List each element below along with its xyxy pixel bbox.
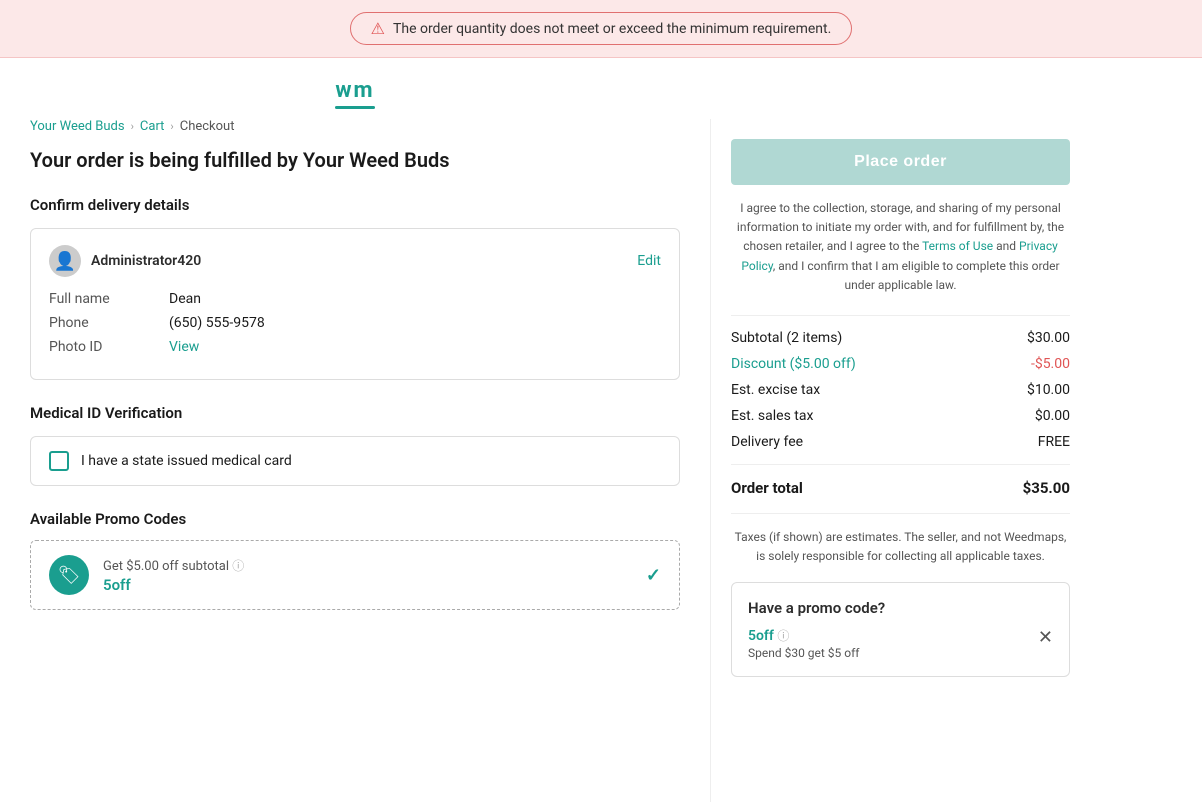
photoid-label: Photo ID [49,339,169,355]
breadcrumb-sep-2: › [170,120,173,133]
summary-divider-2 [731,464,1070,465]
subtotal-label: Subtotal (2 items) [731,330,842,346]
order-total-row: Order total $35.00 [731,479,1070,497]
alert-message: The order quantity does not meet or exce… [393,21,831,37]
promo-applied-check: ✓ [646,565,661,586]
promo-section-label: Available Promo Codes [30,510,680,528]
discount-value: -$5.00 [1031,356,1070,372]
warning-icon: ⚠ [371,19,385,38]
excise-tax-value: $10.00 [1027,382,1070,398]
order-title: Your order is being fulfilled by Your We… [30,148,680,172]
promo-desc: Get $5.00 off subtotal ⓘ [103,557,632,574]
delivery-fee-label: Delivery fee [731,434,803,450]
promo-code-sidebar: Have a promo code? 5off ⓘ Spend $30 get … [731,582,1070,677]
consent-text: I agree to the collection, storage, and … [731,199,1070,295]
promo-code-name: 5off [103,576,632,594]
promo-sidebar-info-icon[interactable]: ⓘ [777,629,789,643]
logo: wm [30,78,680,103]
sidebar: Place order I agree to the collection, s… [710,119,1090,802]
promo-sidebar-spend: Spend $30 get $5 off [748,646,859,660]
subtotal-value: $30.00 [1027,330,1070,346]
tax-note: Taxes (if shown) are estimates. The sell… [731,513,1070,566]
breadcrumb-checkout: Checkout [180,119,235,134]
promo-sidebar-details: 5off ⓘ Spend $30 get $5 off [748,627,859,660]
detail-row-photoid: Photo ID View [49,339,661,355]
breadcrumb-sep-1: › [131,120,134,133]
logo-area: wm [0,58,710,119]
promo-info-icon[interactable]: ⓘ [232,559,244,573]
place-order-button[interactable]: Place order [731,139,1070,185]
promo-sidebar-code: 5off [748,628,774,644]
promo-close-button[interactable]: ✕ [1038,627,1053,648]
medical-checkbox-label: I have a state issued medical card [81,453,292,469]
promo-info: Get $5.00 off subtotal ⓘ 5off [103,557,632,594]
breadcrumb-cart[interactable]: Cart [140,119,165,134]
discount-row: Discount ($5.00 off) -$5.00 [731,356,1070,372]
edit-delivery-link[interactable]: Edit [637,253,661,269]
alert-bar: ⚠ The order quantity does not meet or ex… [0,0,1202,58]
sales-tax-row: Est. sales tax $0.00 [731,408,1070,424]
alert-inner: ⚠ The order quantity does not meet or ex… [350,12,853,45]
detail-row-phone: Phone (650) 555-9578 [49,315,661,331]
excise-tax-row: Est. excise tax $10.00 [731,382,1070,398]
promo-sidebar-row: 5off ⓘ Spend $30 get $5 off ✕ [748,627,1053,660]
order-total-value: $35.00 [1023,479,1070,497]
summary-divider-1 [731,315,1070,316]
promo-sidebar-name-row: 5off ⓘ [748,627,859,644]
promo-description-text: Get $5.00 off subtotal [103,559,229,574]
medical-section-label: Medical ID Verification [30,404,680,422]
medical-checkbox[interactable] [49,451,69,471]
breadcrumb-your-weed-buds[interactable]: Your Weed Buds [30,119,125,134]
user-info-row: 👤 Administrator420 [49,245,201,277]
fullname-label: Full name [49,291,169,307]
discount-label: Discount ($5.00 off) [731,356,856,372]
photoid-view-link[interactable]: View [169,339,199,355]
delivery-fee-row: Delivery fee FREE [731,434,1070,450]
delivery-fee-value: FREE [1038,434,1070,450]
logo-underline [335,106,375,109]
detail-table: Full name Dean Phone (650) 555-9578 Phot… [49,291,661,355]
sales-tax-label: Est. sales tax [731,408,813,424]
promo-card: 🏷 Get $5.00 off subtotal ⓘ 5off ✓ [30,540,680,610]
order-total-label: Order total [731,479,803,497]
fullname-value: Dean [169,291,201,307]
delivery-card-header: 👤 Administrator420 Edit [49,245,661,277]
breadcrumb: Your Weed Buds › Cart › Checkout [30,119,680,134]
subtotal-row: Subtotal (2 items) $30.00 [731,330,1070,346]
medical-card: I have a state issued medical card [30,436,680,486]
excise-tax-label: Est. excise tax [731,382,820,398]
username: Administrator420 [91,253,201,269]
delivery-card: 👤 Administrator420 Edit Full name Dean P… [30,228,680,380]
phone-value: (650) 555-9578 [169,315,265,331]
delivery-section-label: Confirm delivery details [30,196,680,214]
promo-tag-icon: 🏷 [49,555,89,595]
avatar: 👤 [49,245,81,277]
phone-label: Phone [49,315,169,331]
sales-tax-value: $0.00 [1035,408,1070,424]
detail-row-fullname: Full name Dean [49,291,661,307]
main-content: Your Weed Buds › Cart › Checkout Your or… [0,119,710,802]
terms-link[interactable]: Terms of Use [922,239,993,253]
promo-sidebar-title: Have a promo code? [748,599,1053,617]
privacy-link[interactable]: Privacy Policy [741,239,1057,272]
